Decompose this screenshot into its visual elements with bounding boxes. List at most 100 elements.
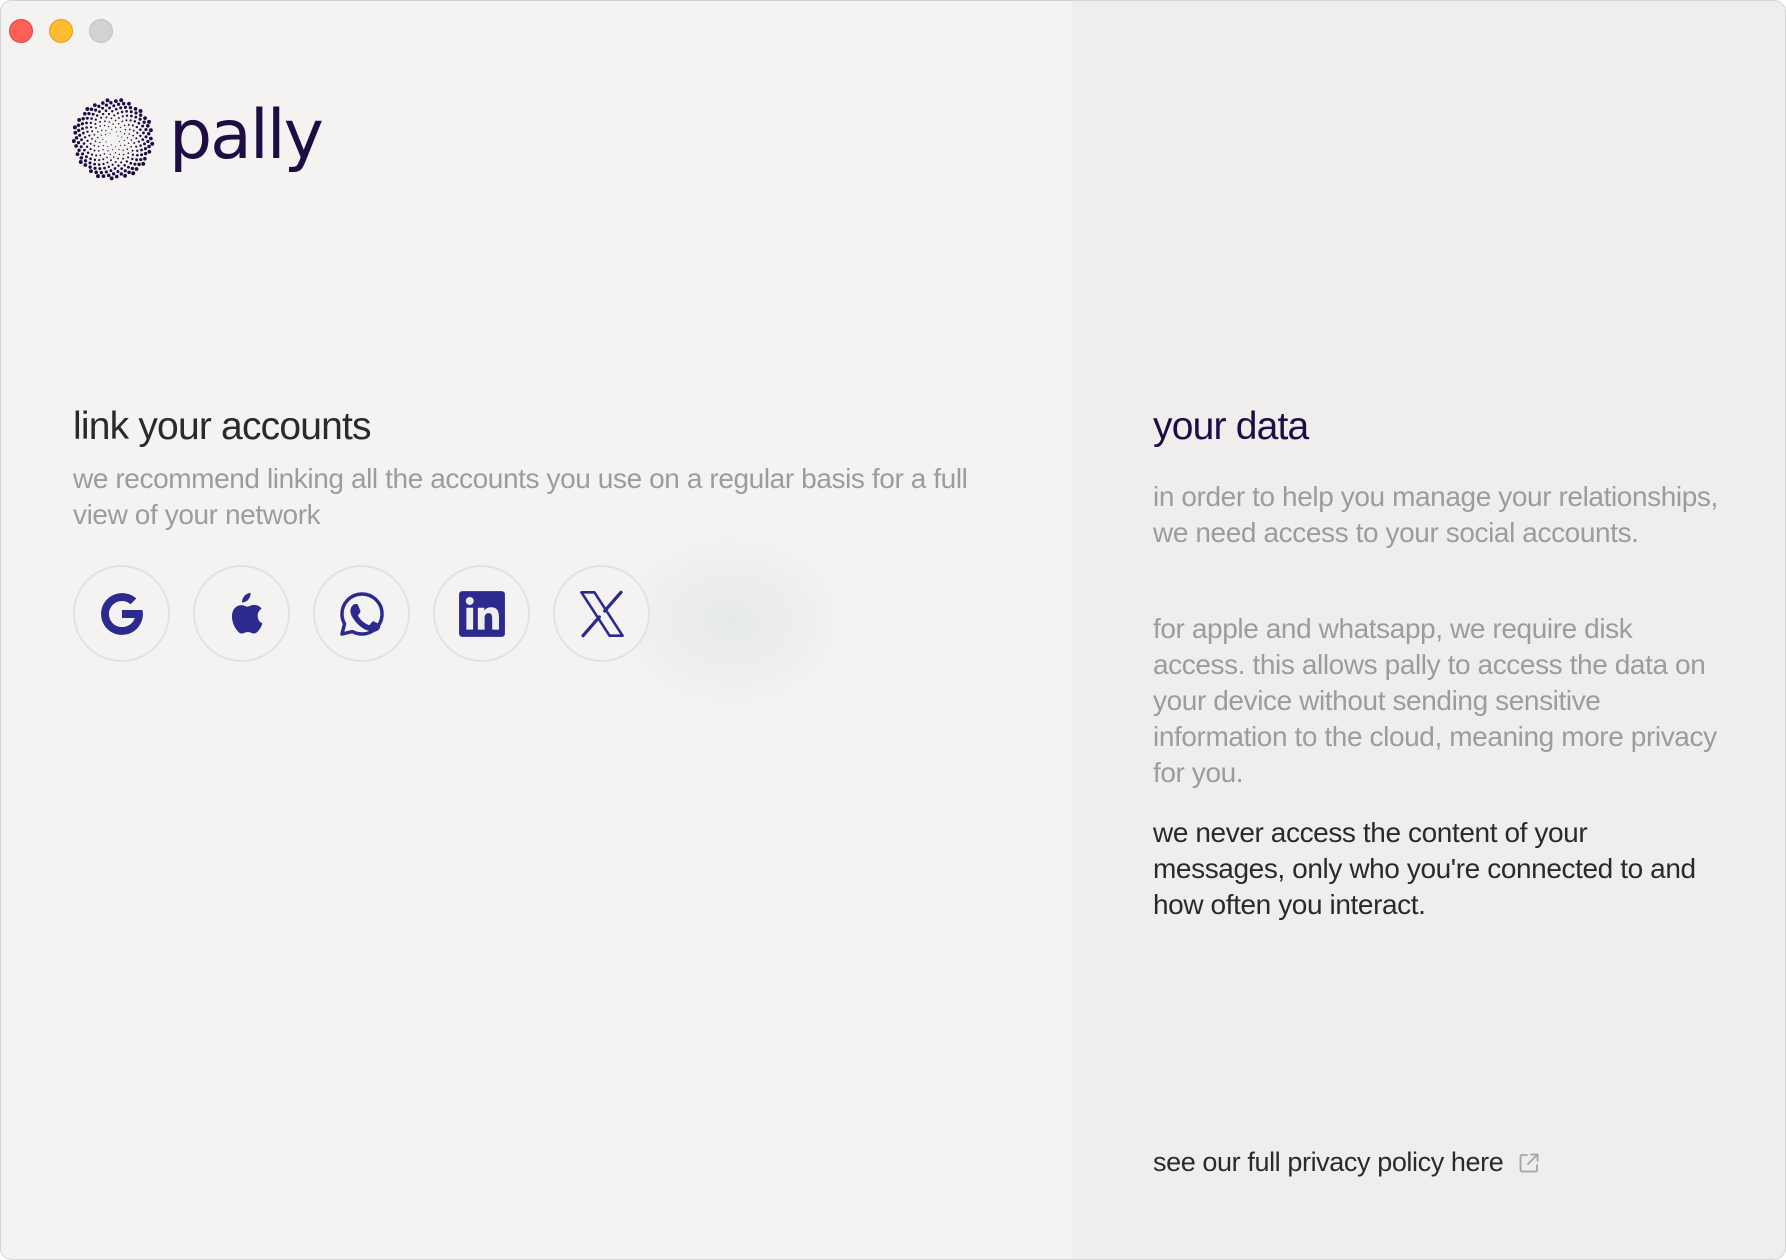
logo-dot bbox=[85, 126, 88, 129]
logo-dot bbox=[110, 159, 112, 162]
logo-dot bbox=[114, 174, 119, 179]
logo-dot bbox=[76, 123, 81, 128]
logo-dot bbox=[114, 152, 117, 154]
privacy-policy-link[interactable]: see our full privacy policy here bbox=[1153, 1147, 1541, 1178]
logo-dot bbox=[104, 109, 108, 113]
logo-dot bbox=[134, 115, 138, 119]
logo-dot bbox=[133, 162, 137, 166]
logo-dot bbox=[112, 156, 115, 158]
logo-dot bbox=[89, 142, 92, 145]
window-zoom-button[interactable] bbox=[89, 19, 113, 43]
logo-dot bbox=[99, 125, 102, 127]
logo-dot bbox=[86, 130, 89, 133]
logo-dot bbox=[143, 116, 147, 120]
logo-dot bbox=[114, 99, 118, 103]
logo-dot bbox=[126, 165, 130, 169]
link-apple-button[interactable] bbox=[193, 565, 290, 662]
google-icon bbox=[100, 592, 144, 635]
logo-dot bbox=[120, 161, 123, 164]
logo-dot bbox=[94, 140, 97, 142]
app-logo: pally bbox=[71, 96, 324, 181]
your-data-title: your data bbox=[1153, 405, 1309, 448]
logo-dot bbox=[109, 169, 113, 173]
logo-dot bbox=[119, 106, 123, 110]
logo-dot bbox=[97, 131, 99, 133]
logo-dot bbox=[102, 145, 105, 147]
logo-dot bbox=[120, 110, 124, 114]
logo-dot bbox=[147, 119, 152, 124]
logo-dot bbox=[90, 117, 93, 120]
logo-dot bbox=[93, 162, 96, 166]
link-linkedin-button[interactable] bbox=[433, 565, 530, 662]
logo-dot bbox=[100, 134, 102, 136]
privacy-policy-link-label: see our full privacy policy here bbox=[1153, 1147, 1504, 1177]
logo-dot bbox=[80, 138, 83, 142]
apple-icon bbox=[231, 592, 262, 634]
logo-dot bbox=[134, 111, 138, 115]
logo-dot bbox=[128, 128, 131, 131]
logo-dot bbox=[123, 173, 127, 178]
logo-dot bbox=[81, 117, 85, 121]
link-x-button[interactable] bbox=[553, 565, 650, 662]
app-name: pally bbox=[169, 96, 324, 175]
logo-dot bbox=[76, 140, 81, 145]
logo-dot bbox=[116, 102, 121, 106]
logo-dot bbox=[83, 136, 87, 139]
logo-dot bbox=[89, 148, 92, 151]
logo-dot bbox=[127, 101, 131, 106]
logo-dot bbox=[114, 160, 117, 163]
whatsapp-icon bbox=[339, 591, 384, 636]
window-close-button[interactable] bbox=[9, 19, 33, 43]
logo-dot bbox=[83, 148, 86, 152]
logo-dot bbox=[94, 122, 97, 125]
logo-dot bbox=[80, 152, 85, 156]
logo-dot bbox=[102, 138, 104, 141]
logo-dot bbox=[107, 150, 109, 152]
logo-dot bbox=[106, 156, 108, 159]
logo-dot bbox=[138, 108, 143, 113]
link-google-button[interactable] bbox=[73, 565, 170, 662]
logo-dot bbox=[125, 109, 128, 113]
logo-dot bbox=[123, 124, 126, 127]
logo-dot bbox=[143, 151, 148, 156]
logo-dot bbox=[125, 160, 128, 163]
logo-dot bbox=[123, 139, 125, 142]
logo-dot bbox=[78, 160, 83, 164]
logo-dot bbox=[122, 157, 124, 160]
logo-dot bbox=[137, 121, 141, 125]
logo-dot bbox=[121, 136, 123, 138]
logo-dot bbox=[86, 151, 90, 155]
logo-dot bbox=[107, 112, 111, 116]
logo-dot bbox=[136, 131, 139, 134]
logo-dot bbox=[115, 131, 117, 133]
logo-dot bbox=[95, 154, 98, 157]
logo-dot bbox=[91, 112, 95, 116]
logo-dot bbox=[129, 110, 133, 114]
logo-dot bbox=[87, 112, 91, 116]
logo-dot bbox=[111, 163, 114, 166]
logo-dot bbox=[114, 107, 118, 111]
logo-dot bbox=[105, 98, 110, 103]
logo-dot bbox=[126, 137, 129, 139]
logo-dot bbox=[117, 116, 120, 119]
window-minimize-button[interactable] bbox=[49, 19, 73, 43]
logo-dot bbox=[126, 148, 129, 150]
logo-dot bbox=[77, 118, 82, 122]
logo-dot bbox=[98, 167, 102, 171]
logo-dot bbox=[133, 107, 138, 111]
logo-dot bbox=[101, 129, 103, 131]
logo-dot bbox=[123, 163, 126, 167]
logo-dot bbox=[112, 123, 114, 125]
logo-dot bbox=[129, 119, 132, 122]
logo-dot bbox=[127, 123, 130, 126]
link-whatsapp-button[interactable] bbox=[313, 565, 410, 662]
logo-dot bbox=[91, 137, 93, 140]
external-link-icon bbox=[1519, 1153, 1539, 1172]
logo-dot bbox=[136, 153, 139, 157]
logo-dot bbox=[139, 157, 143, 162]
logo-dot bbox=[93, 103, 97, 107]
logo-dot bbox=[107, 146, 109, 148]
logo-dot bbox=[118, 148, 120, 151]
logo-dot bbox=[109, 153, 111, 156]
logo-dot bbox=[101, 101, 105, 105]
